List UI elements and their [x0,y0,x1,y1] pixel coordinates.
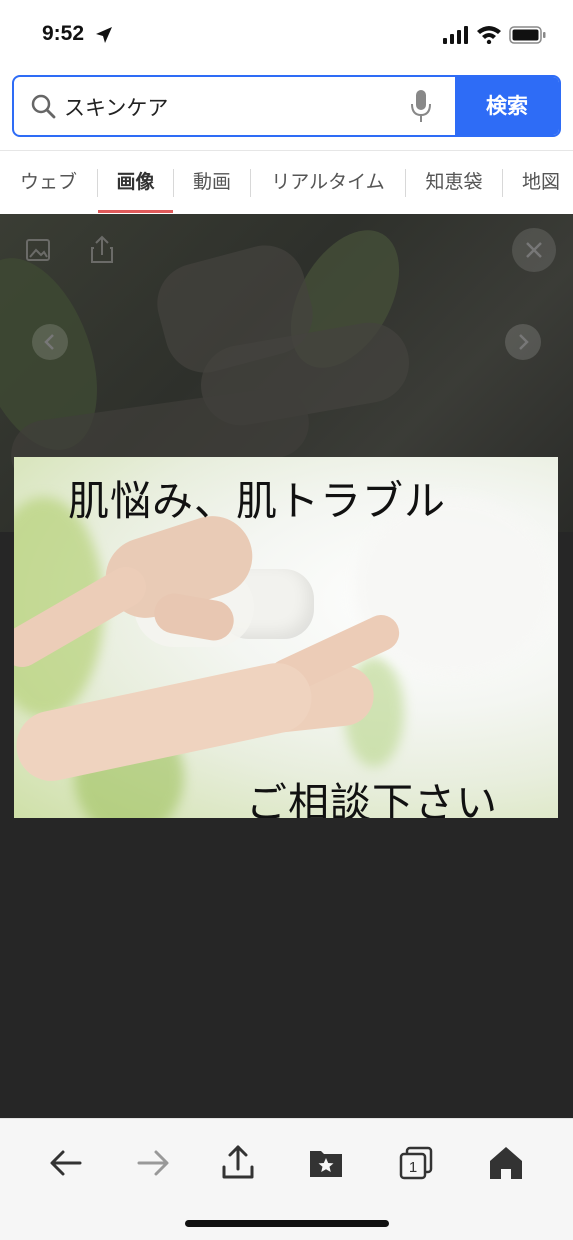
image-caption-bottom: ご相談下さい [246,779,498,818]
previous-image-button[interactable] [32,324,68,360]
tab-web[interactable]: ウェブ [0,151,97,213]
tabs-icon[interactable]: 1 [394,1141,438,1185]
location-arrow-icon [96,27,112,43]
active-tab-indicator [98,210,173,213]
wifi-icon [477,26,501,44]
tab-map[interactable]: 地図 [503,151,573,213]
search-bar: 検索 [12,75,561,137]
close-icon [526,242,542,258]
main-image[interactable]: 肌悩み、肌トラブル ご相談下さい [14,457,558,818]
tabs-count: 1 [409,1159,417,1176]
close-button[interactable] [512,228,556,272]
tab-videos[interactable]: 動画 [174,151,250,213]
search-type-tabs: ウェブ 画像 動画 リアルタイム 知恵袋 地図 [0,150,573,214]
bookmark-folder-icon[interactable] [304,1141,348,1185]
image-caption-top: 肌悩み、肌トラブル [68,477,446,525]
battery-icon [509,26,546,44]
tab-images[interactable]: 画像 [98,151,173,213]
status-bar: 9:52 [0,0,573,70]
back-arrow-icon[interactable] [44,1141,88,1185]
home-icon[interactable] [484,1141,528,1185]
forward-arrow-icon[interactable] [131,1141,175,1185]
cellular-signal-icon [443,26,468,44]
share-icon[interactable] [216,1141,260,1185]
search-button[interactable]: 検索 [455,77,559,135]
search-input[interactable] [64,85,394,129]
save-image-icon[interactable] [16,228,60,272]
tab-images-label: 画像 [116,171,155,193]
share-icon[interactable] [80,228,124,272]
image-viewer: 肌悩み、肌トラブル ご相談下さい [0,214,573,1118]
tab-chiebukuro[interactable]: 知恵袋 [406,151,502,213]
status-time: 9:52 [42,22,85,45]
microphone-icon[interactable] [410,89,432,123]
chevron-right-icon [519,334,529,350]
home-indicator [185,1220,389,1227]
search-icon [31,94,56,119]
next-image-button[interactable] [505,324,541,360]
tab-realtime[interactable]: リアルタイム [251,151,405,213]
chevron-left-icon [44,334,54,350]
